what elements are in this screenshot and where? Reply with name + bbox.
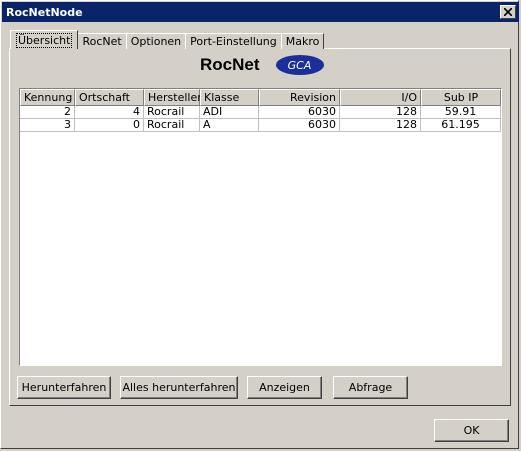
close-button[interactable] xyxy=(500,5,516,19)
tab-label: Port-Einstellung xyxy=(190,35,277,48)
table-header: Kennung Ortschaft Hersteller Klasse Revi… xyxy=(20,89,501,106)
cell-klasse: A xyxy=(200,119,259,132)
ok-button[interactable]: OK xyxy=(434,419,509,442)
cell-hersteller: Rocrail xyxy=(144,119,200,132)
column-header-sub-ip[interactable]: Sub IP xyxy=(421,89,501,106)
show-button[interactable]: Anzeigen xyxy=(247,376,322,399)
column-header-revision[interactable]: Revision xyxy=(259,89,340,106)
column-header-io[interactable]: I/O xyxy=(340,89,421,106)
cell-ortschaft: 0 xyxy=(75,119,144,132)
tab-optionen[interactable]: Optionen xyxy=(125,33,187,49)
brand-header: RocNet GCA xyxy=(200,55,324,75)
tab-label: RocNet xyxy=(82,35,122,48)
tab-uebersicht[interactable]: Übersicht xyxy=(10,30,79,49)
tab-strip: Übersicht RocNet Optionen Port-Einstellu… xyxy=(10,30,325,49)
title-bar[interactable]: RocNetNode xyxy=(2,2,519,22)
query-button[interactable]: Abfrage xyxy=(333,376,408,399)
close-icon xyxy=(504,8,512,16)
tab-makro[interactable]: Makro xyxy=(280,33,325,49)
brand-name: RocNet xyxy=(200,55,260,74)
window-title: RocNetNode xyxy=(6,5,83,19)
column-header-kennung[interactable]: Kennung xyxy=(20,89,75,106)
node-table[interactable]: Kennung Ortschaft Hersteller Klasse Revi… xyxy=(19,88,502,366)
tab-label: Übersicht xyxy=(16,32,73,48)
shutdown-button[interactable]: Herunterfahren xyxy=(17,376,111,399)
tab-rocnet[interactable]: RocNet xyxy=(77,33,127,49)
column-header-klasse[interactable]: Klasse xyxy=(200,89,259,106)
gca-logo: GCA xyxy=(275,55,324,75)
table-row[interactable]: 2 4 Rocrail ADI 6030 128 59.91 xyxy=(20,106,501,119)
cell-sub-ip: 61.195 xyxy=(421,119,501,132)
table-row[interactable]: 3 0 Rocrail A 6030 128 61.195 xyxy=(20,119,501,132)
tab-port-einstellung[interactable]: Port-Einstellung xyxy=(185,33,282,49)
cell-io: 128 xyxy=(340,119,421,132)
tab-label: Optionen xyxy=(130,35,182,48)
cell-revision: 6030 xyxy=(259,119,340,132)
column-header-ortschaft[interactable]: Ortschaft xyxy=(75,89,144,106)
shutdown-all-button[interactable]: Alles herunterfahren xyxy=(120,376,238,399)
cell-kennung: 3 xyxy=(20,119,75,132)
column-header-hersteller[interactable]: Hersteller xyxy=(144,89,202,106)
tab-label: Makro xyxy=(285,35,320,48)
